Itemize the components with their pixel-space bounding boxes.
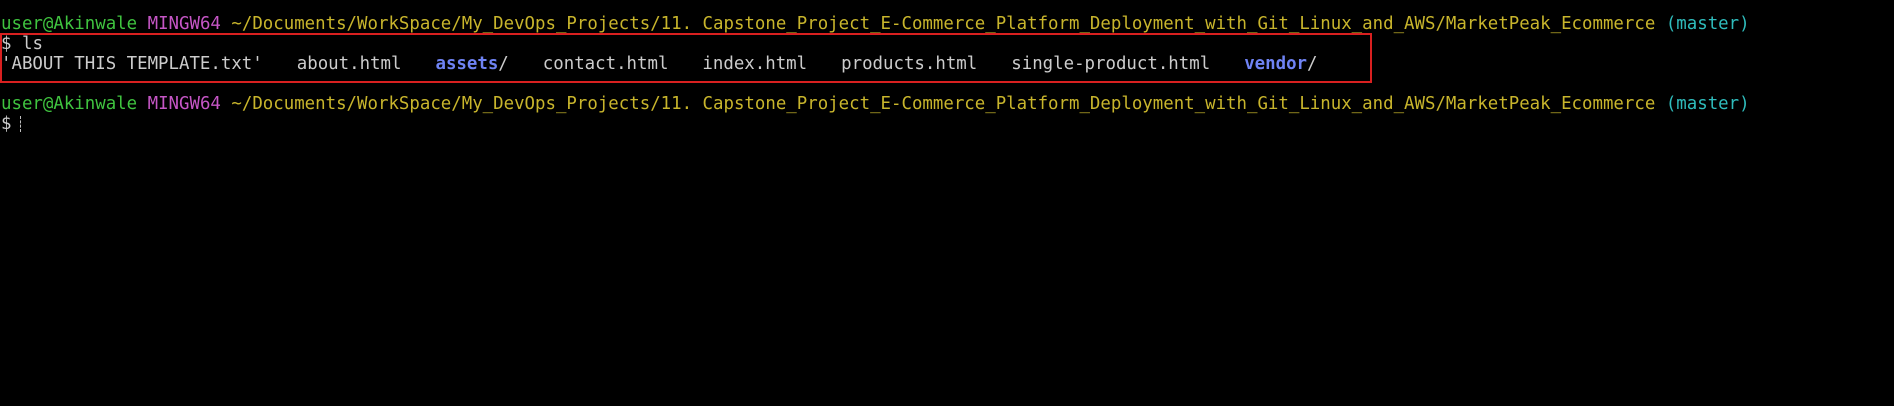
directory-entry: vendor [1244,54,1308,74]
file-entry: single-product.html [1011,54,1211,74]
command-text: ls [21,34,43,54]
command-line: $ ls [1,34,43,54]
git-branch: (master) [1665,94,1750,114]
file-entry: 'ABOUT THIS TEMPLATE.txt' [1,54,263,74]
input-line[interactable]: $ [1,114,23,134]
file-entry: about.html [296,54,402,74]
system-name: MINGW64 [147,14,221,34]
prompt-header: user@Akinwale MINGW64 ~/Documents/WorkSp… [1,94,1750,114]
directory-suffix: / [1307,54,1318,74]
git-branch: (master) [1665,14,1750,34]
prompt-header: user@Akinwale MINGW64 ~/Documents/WorkSp… [1,14,1750,34]
system-name: MINGW64 [147,94,221,114]
file-entry: contact.html [542,54,669,74]
directory-entry: assets [435,54,499,74]
ls-output: 'ABOUT THIS TEMPLATE.txt' about.html asset… [1,54,1318,74]
prompt-symbol: $ [1,114,12,134]
user-host: user@Akinwale [1,14,138,34]
text-cursor[interactable] [20,116,23,132]
file-entry: index.html [702,54,808,74]
user-host: user@Akinwale [1,94,138,114]
file-entry: products.html [841,54,978,74]
working-directory-path: ~/Documents/WorkSpace/My_DevOps_Projects… [231,94,1656,114]
working-directory-path: ~/Documents/WorkSpace/My_DevOps_Projects… [231,14,1656,34]
directory-suffix: / [498,54,509,74]
prompt-symbol: $ [1,34,12,54]
